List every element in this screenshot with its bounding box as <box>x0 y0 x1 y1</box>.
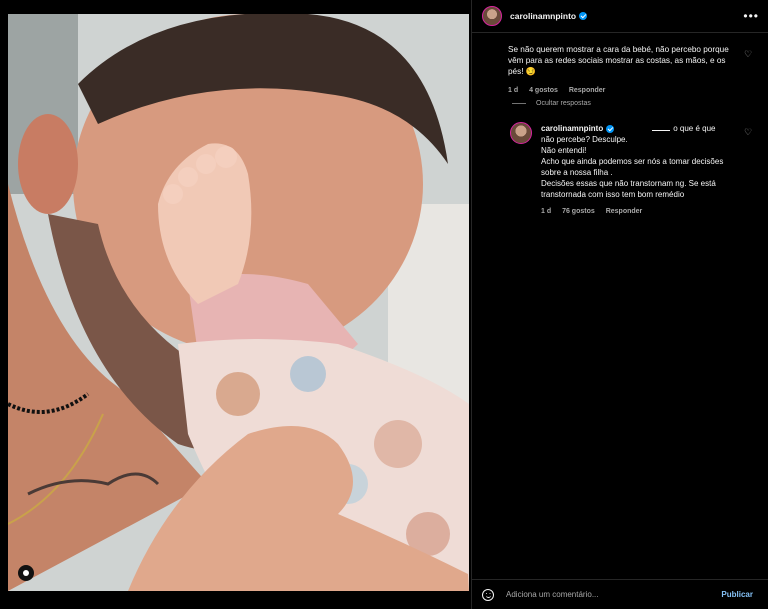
reply-button[interactable]: Responder <box>569 87 606 94</box>
comment-text: Se não querem mostrar a cara da bebé, nã… <box>508 45 729 76</box>
divider-line <box>512 103 526 104</box>
comment-likes[interactable]: 4 gostos <box>529 87 558 94</box>
comment-input[interactable] <box>504 589 716 600</box>
reply-line-2: Não entendi! <box>541 146 587 155</box>
reply-likes[interactable]: 76 gostos <box>562 208 595 215</box>
comment-time: 1 d <box>508 87 519 94</box>
avatar[interactable] <box>510 122 532 144</box>
emoji-icon[interactable] <box>482 588 494 601</box>
reply-line-4: Decisões essas que não transtornam ng. S… <box>541 179 716 199</box>
comments-panel: carolinamnpinto ••• Se não querem mostra… <box>471 0 768 609</box>
photo-illustration <box>8 14 469 591</box>
more-horizontal-icon[interactable]: ••• <box>743 9 759 23</box>
comment-meta: 1 d 4 gostos Responder <box>508 85 738 96</box>
reply-body: carolinamnpinto o que é que não percebe? … <box>541 123 731 217</box>
post-photo[interactable] <box>8 14 469 591</box>
reply-meta: 1 d 76 gostos Responder <box>541 206 731 217</box>
hide-replies-button[interactable]: Ocultar respostas <box>512 100 591 107</box>
verified-badge-icon <box>579 12 588 20</box>
reply-button[interactable]: Responder <box>606 208 643 215</box>
avatar[interactable] <box>482 6 502 26</box>
verified-badge-icon <box>606 124 615 133</box>
publish-button[interactable]: Publicar <box>715 589 759 600</box>
hide-replies-label: Ocultar respostas <box>536 100 591 107</box>
heart-icon[interactable]: ♡ <box>744 50 752 59</box>
comment-item: Se não querem mostrar a cara da bebé, nã… <box>508 44 738 96</box>
heart-icon[interactable]: ♡ <box>744 128 752 137</box>
reply-line-3: Acho que ainda podemos ser nós a tomar d… <box>541 157 724 177</box>
user-tag-icon[interactable] <box>18 565 34 581</box>
post-header: carolinamnpinto ••• <box>472 0 768 33</box>
comment-composer: Publicar <box>472 579 768 609</box>
reply-time: 1 d <box>541 208 552 215</box>
mention-link[interactable] <box>652 130 671 131</box>
post-username[interactable]: carolinamnpinto <box>510 11 576 21</box>
reply-username[interactable]: carolinamnpinto <box>541 124 603 133</box>
